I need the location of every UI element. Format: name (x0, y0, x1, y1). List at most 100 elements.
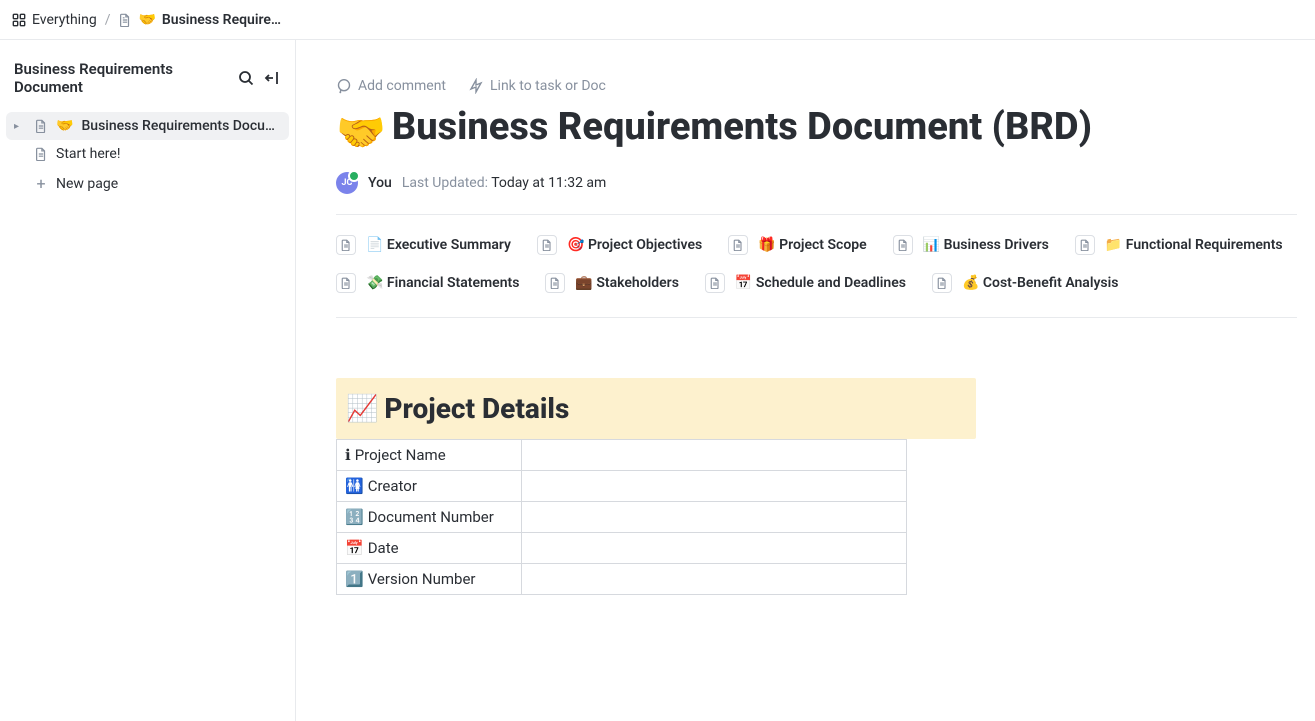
subpage-link[interactable]: 📅 Schedule and Deadlines (705, 273, 906, 293)
table-row: ℹProject Name (337, 440, 907, 471)
sidebar-title: Business Requirements Document (14, 60, 229, 96)
breadcrumb-emoji: 🤝 (138, 12, 155, 28)
subpage-link[interactable]: 💰 Cost-Benefit Analysis (932, 273, 1119, 293)
detail-label: Creator (368, 477, 417, 495)
sidebar-item-brd[interactable]: ▸ 🤝 Business Requirements Document … (6, 112, 289, 140)
breadcrumb-sep: / (105, 12, 111, 28)
detail-value-cell[interactable] (522, 440, 907, 471)
subpage-label: Schedule and Deadlines (756, 275, 906, 291)
subpage-emoji: 📊 (923, 237, 940, 253)
subpage-link[interactable]: 📁 Functional Requirements (1075, 235, 1283, 255)
page-title-emoji: 🤝 (336, 108, 386, 158)
sidebar-item-label: Start here! (56, 146, 120, 162)
doc-icon (1075, 235, 1095, 255)
subpage-emoji: 📅 (735, 275, 752, 291)
link-task-label: Link to task or Doc (490, 78, 606, 94)
detail-emoji: 🚻 (345, 477, 364, 495)
detail-emoji: 1️⃣ (345, 570, 364, 588)
doc-icon (537, 235, 557, 255)
plus-icon: + (34, 174, 48, 193)
breadcrumb-root-label: Everything (32, 12, 97, 28)
sidebar-item-emoji: 🤝 (56, 118, 73, 134)
detail-value-cell[interactable] (522, 533, 907, 564)
doc-top-actions: Add comment Link to task or Doc (336, 40, 1297, 100)
subpage-emoji: 🎯 (567, 237, 584, 253)
subpage-emoji: 💸 (366, 275, 383, 291)
detail-label: Project Name (355, 446, 446, 464)
detail-label-cell[interactable]: 📅Date (337, 533, 522, 564)
doc-icon (34, 147, 48, 161)
doc-icon (705, 273, 725, 293)
detail-emoji: 📅 (345, 539, 364, 557)
subpage-link[interactable]: 💼 Stakeholders (545, 273, 679, 293)
sidebar-header: Business Requirements Document (0, 40, 295, 108)
detail-label-cell[interactable]: 🚻Creator (337, 471, 522, 502)
sidebar-new-page-label: New page (56, 176, 118, 192)
sidebar: Business Requirements Document ▸ 🤝 Busin… (0, 40, 296, 721)
doc-icon (34, 119, 48, 133)
subpage-label: Executive Summary (387, 237, 511, 253)
detail-value-cell[interactable] (522, 471, 907, 502)
detail-value-cell[interactable] (522, 564, 907, 595)
doc-icon (336, 235, 356, 255)
detail-label: Version Number (368, 570, 476, 588)
detail-label-cell[interactable]: 🔢Document Number (337, 502, 522, 533)
subpage-label: Project Objectives (588, 237, 702, 253)
search-icon[interactable] (237, 69, 255, 87)
breadcrumb-root[interactable]: Everything (12, 12, 97, 28)
subpage-emoji: 📁 (1105, 237, 1122, 253)
avatar[interactable]: JC (336, 172, 358, 194)
doc-icon (336, 273, 356, 293)
breadcrumb-current[interactable]: 🤝 Business Require… (118, 12, 281, 28)
detail-label: Document Number (368, 508, 494, 526)
breadcrumb-bar: Everything / 🤝 Business Require… (0, 0, 1315, 40)
subpage-link[interactable]: 🎯 Project Objectives (537, 235, 702, 255)
doc-icon (728, 235, 748, 255)
table-row: 🔢Document Number (337, 502, 907, 533)
sidebar-list: ▸ 🤝 Business Requirements Document … Sta… (0, 108, 295, 203)
page-title[interactable]: 🤝Business Requirements Document (BRD) (336, 104, 1297, 154)
detail-label-cell[interactable]: ℹProject Name (337, 440, 522, 471)
apps-icon (12, 13, 26, 27)
project-details-table: ℹProject Name🚻Creator🔢Document Number📅Da… (336, 439, 907, 595)
sidebar-item-start[interactable]: Start here! (6, 140, 289, 168)
detail-emoji: 🔢 (345, 508, 364, 526)
section-title: Project Details (384, 392, 569, 425)
add-comment-label: Add comment (358, 78, 446, 94)
table-row: 🚻Creator (337, 471, 907, 502)
detail-value-cell[interactable] (522, 502, 907, 533)
link-task-button[interactable]: Link to task or Doc (468, 78, 606, 94)
subpage-link[interactable]: 🎁 Project Scope (728, 235, 866, 255)
subpage-link[interactable]: 💸 Financial Statements (336, 273, 519, 293)
subpage-label: Financial Statements (387, 275, 520, 291)
table-row: 📅Date (337, 533, 907, 564)
subpage-label: Business Drivers (944, 237, 1049, 253)
detail-label: Date (368, 539, 399, 557)
doc-icon (893, 235, 913, 255)
collapse-sidebar-icon[interactable] (263, 69, 281, 87)
doc-meta: JC You Last Updated: Today at 11:32 am (336, 154, 1297, 215)
doc-icon (118, 13, 132, 27)
doc-icon (932, 273, 952, 293)
subpage-label: Functional Requirements (1126, 237, 1283, 253)
subpage-emoji: 📄 (366, 237, 383, 253)
last-updated-value: Today at 11:32 am (491, 175, 606, 191)
subpage-link[interactable]: 📊 Business Drivers (893, 235, 1049, 255)
author-name[interactable]: You (368, 175, 392, 191)
subpages: 📄 Executive Summary 🎯 Project Objectives 🎁… (336, 215, 1297, 318)
detail-label-cell[interactable]: 1️⃣Version Number (337, 564, 522, 595)
page-title-text: Business Requirements Document (BRD) (392, 104, 1092, 152)
subpage-emoji: 🎁 (758, 237, 775, 253)
table-row: 1️⃣Version Number (337, 564, 907, 595)
chevron-right-icon[interactable]: ▸ (14, 121, 26, 132)
link-icon (468, 78, 484, 94)
last-updated-label: Last Updated: (402, 175, 488, 191)
subpage-label: Project Scope (779, 237, 867, 253)
last-updated: Last Updated: Today at 11:32 am (402, 175, 606, 191)
add-comment-button[interactable]: Add comment (336, 78, 446, 94)
subpage-link[interactable]: 📄 Executive Summary (336, 235, 511, 255)
doc-icon (545, 273, 565, 293)
sidebar-new-page[interactable]: + New page (6, 168, 289, 199)
comment-icon (336, 78, 352, 94)
subpage-label: Stakeholders (596, 275, 679, 291)
